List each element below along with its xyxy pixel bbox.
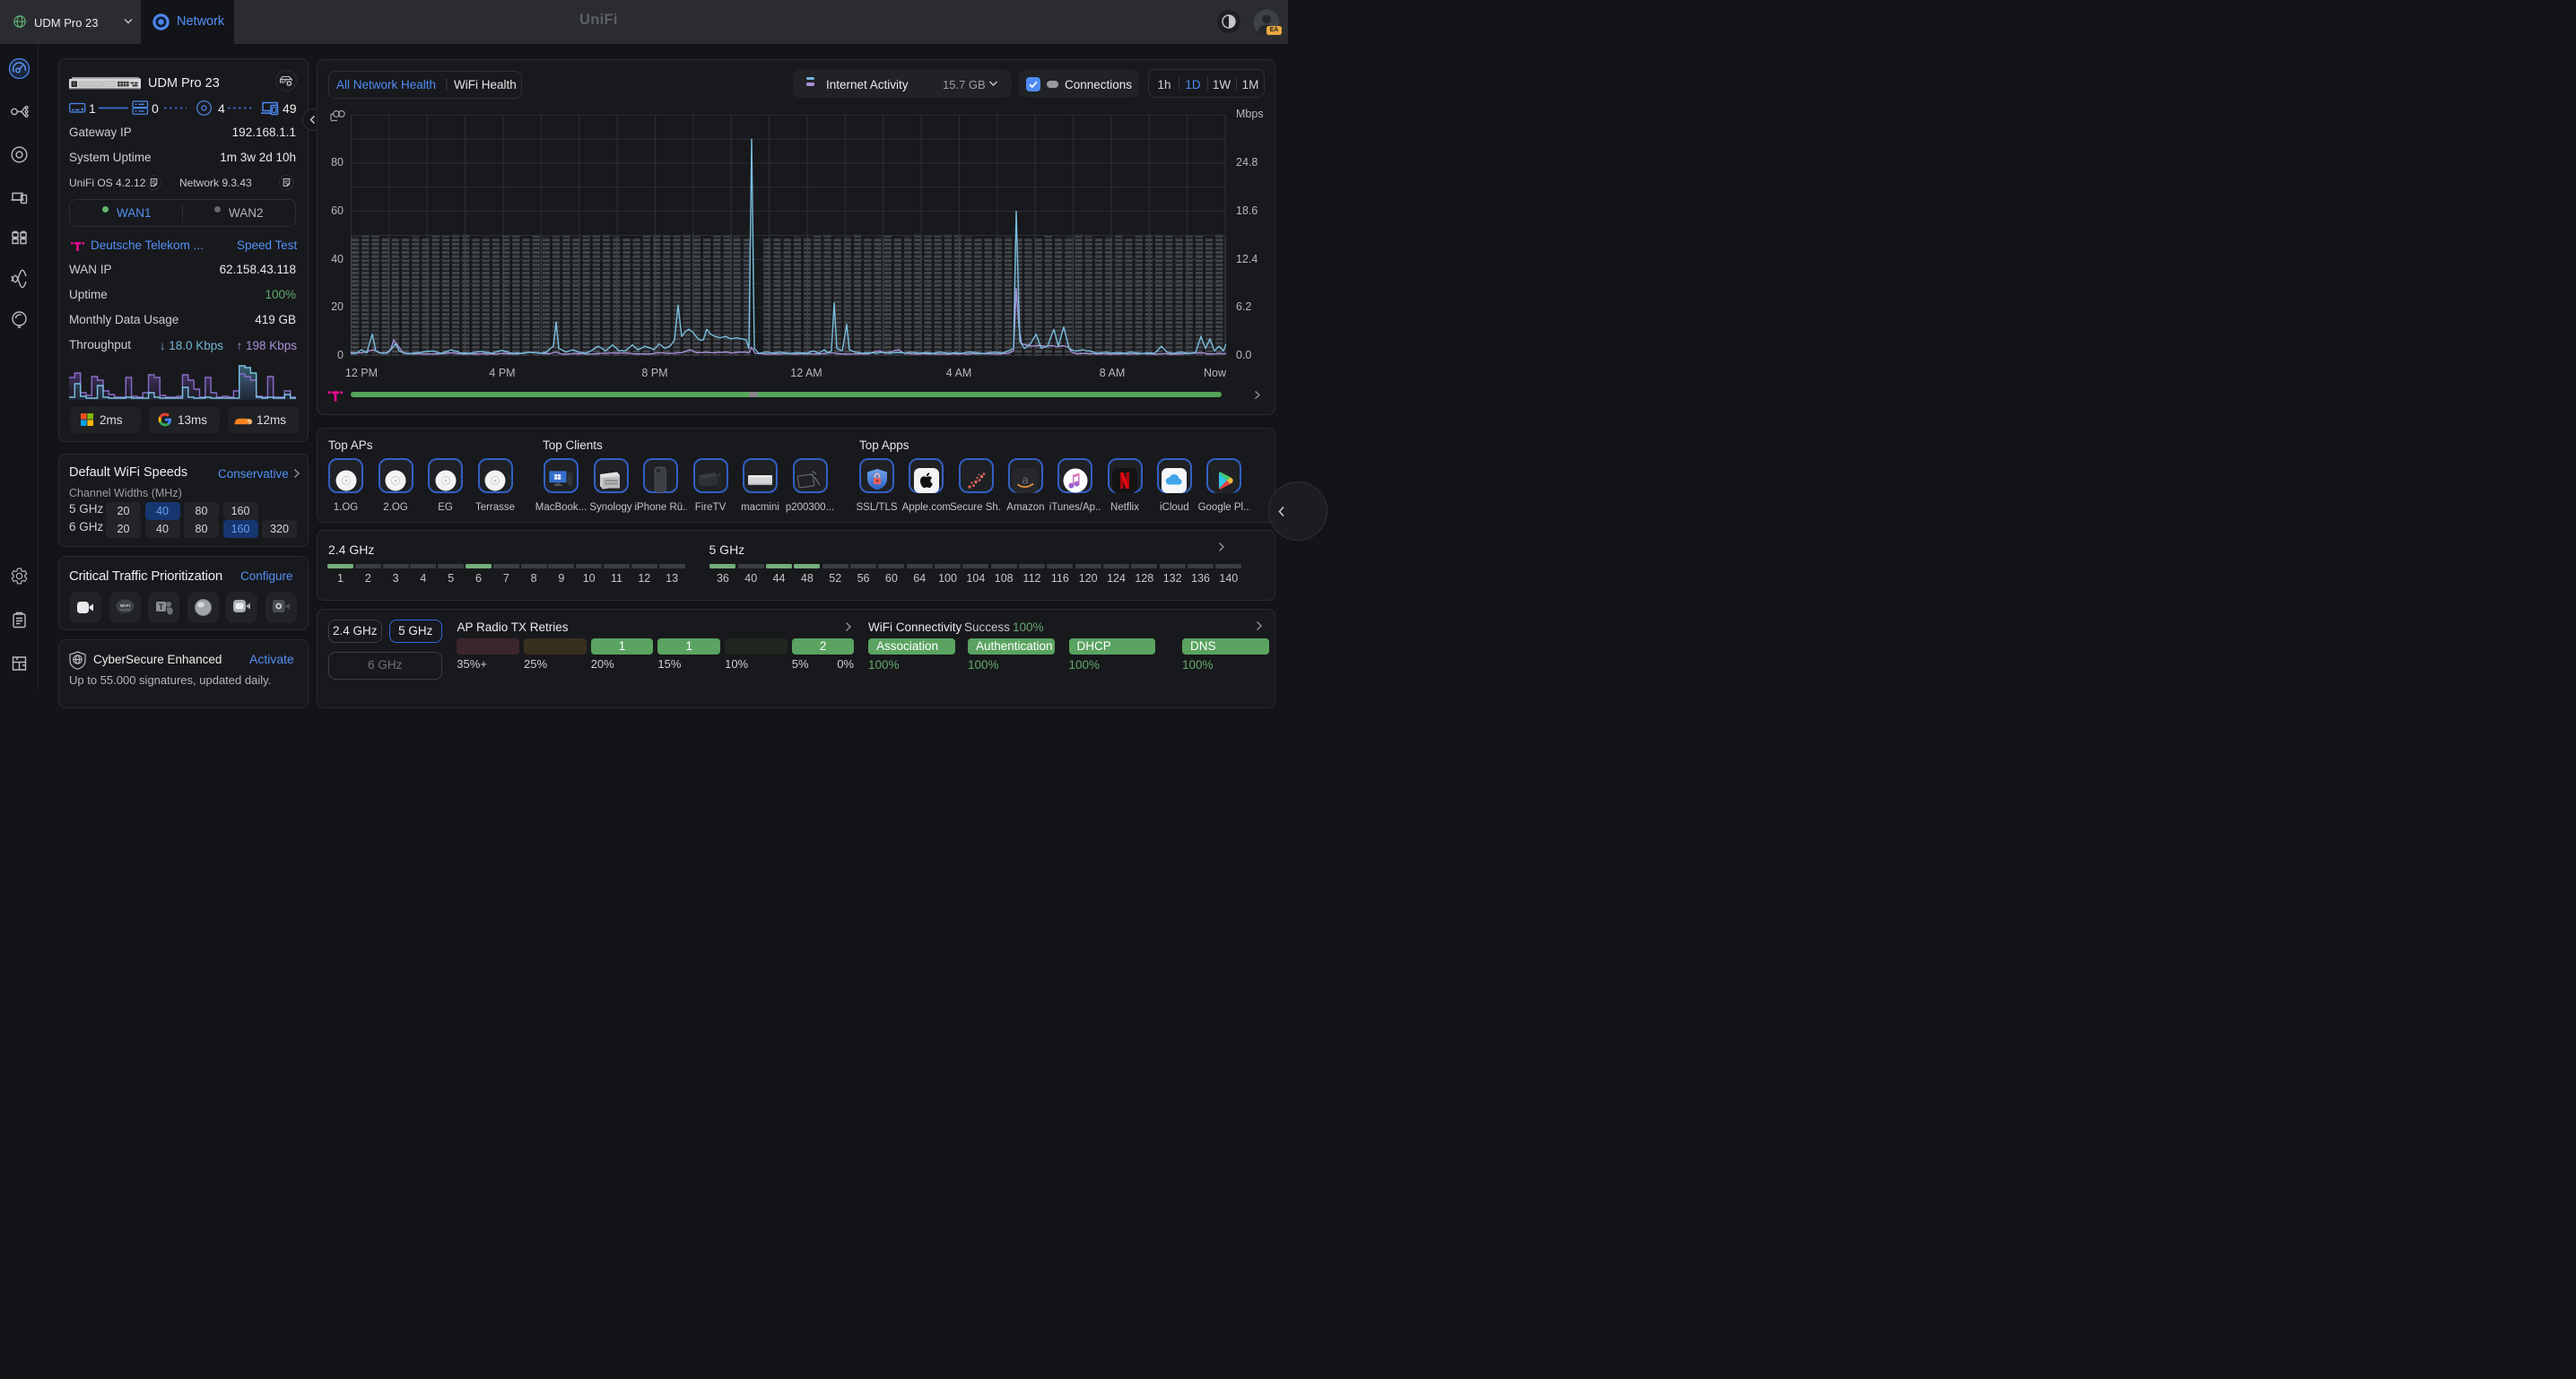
svg-text:a: a: [1023, 473, 1030, 487]
svg-text:T: T: [159, 603, 164, 611]
svg-text:CALLING: CALLING: [119, 608, 132, 611]
